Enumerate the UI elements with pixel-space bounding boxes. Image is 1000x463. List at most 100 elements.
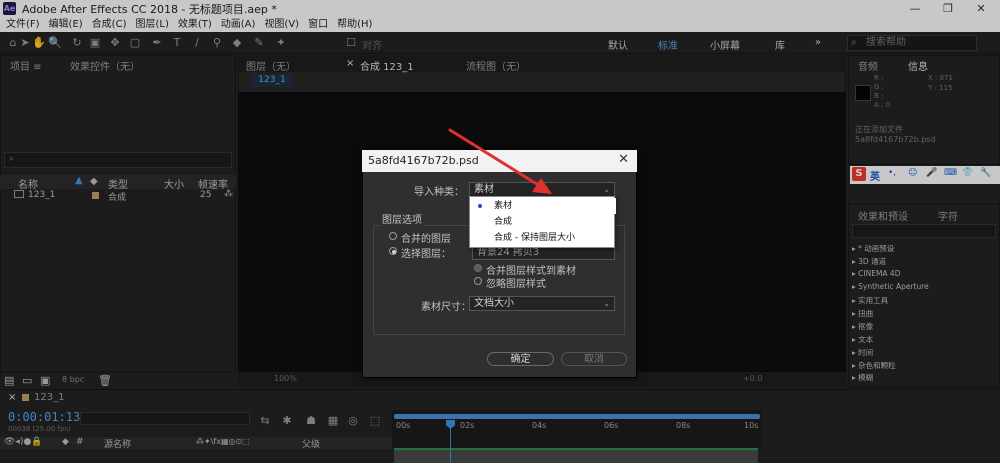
pen-tool-icon[interactable]: ✒ [150, 36, 164, 50]
restore-button[interactable]: ❐ [933, 0, 963, 17]
list-item[interactable]: ▸ 实用工具 [852, 295, 888, 306]
effects-search-input[interactable] [852, 224, 996, 238]
current-timecode[interactable]: 0:00:01:13 [8, 410, 80, 424]
merge-styles-radio[interactable] [474, 264, 482, 272]
microphone-icon[interactable]: 🎤 [926, 168, 937, 178]
workspace-standard[interactable]: 标准 [658, 37, 678, 52]
interpret-footage-icon[interactable]: ▤ [4, 374, 14, 387]
roto-brush-tool-icon[interactable]: ✎ [252, 36, 266, 50]
list-item[interactable]: ▸ 抠像 [852, 321, 873, 332]
list-item[interactable]: ▸ 文本 [852, 334, 873, 345]
work-area-bar[interactable] [394, 414, 760, 419]
type-tool-icon[interactable]: T [170, 36, 184, 50]
skin-icon[interactable]: 👕 [962, 168, 973, 178]
menu-window[interactable]: 窗口 [302, 17, 331, 32]
tab-flowchart[interactable]: 流程图（无） [466, 58, 526, 73]
puppet-tool-icon[interactable]: ✦ [274, 36, 288, 50]
column-source-name[interactable]: 源名称 [104, 437, 131, 450]
hand-tool-icon[interactable]: ✋ [32, 36, 46, 50]
keyboard-icon[interactable]: ⌨ [944, 168, 957, 178]
list-item[interactable]: ▸ Synthetic Aperture [852, 282, 929, 291]
delete-icon[interactable]: 🗑 [98, 374, 112, 387]
rotate-tool-icon[interactable]: ↻ [70, 36, 84, 50]
workspace-menu-icon[interactable]: » [815, 37, 821, 48]
menu-effect[interactable]: 效果(T) [172, 17, 215, 32]
comp-mini-flowchart-icon[interactable]: ⇆ [258, 414, 272, 428]
new-folder-icon[interactable]: ▭ [22, 374, 32, 387]
new-comp-icon[interactable]: ▣ [40, 374, 50, 387]
tab-layer[interactable]: 图层（无） [246, 58, 296, 73]
merged-layers-radio[interactable] [389, 232, 397, 240]
list-item[interactable]: ▸ 杂色和颗粒 [852, 360, 896, 371]
ok-button[interactable]: 确定 [487, 352, 554, 366]
close-icon[interactable]: ✕ [618, 152, 629, 167]
tab-info[interactable]: 信息 [908, 58, 928, 73]
menu-help[interactable]: 帮助(H) [331, 17, 375, 32]
project-search-input[interactable]: ⌕ [4, 152, 232, 168]
list-item[interactable]: ▸ * 动画预设 [852, 243, 894, 254]
footage-size-dropdown[interactable]: 文档大小 ⌄ [469, 296, 615, 311]
snapping-checkbox-icon[interactable]: ☐ [344, 36, 358, 50]
layer-track[interactable] [394, 450, 758, 463]
brush-tool-icon[interactable]: / [190, 36, 204, 50]
choose-layer-radio[interactable] [389, 247, 397, 255]
draft-3d-icon[interactable]: ✱ [280, 414, 294, 428]
zoom-tool-icon[interactable]: 🔍 [48, 36, 62, 50]
emoji-icon[interactable]: ☺ [908, 168, 917, 178]
timeline-search-input[interactable] [80, 412, 250, 425]
close-window-button[interactable]: ✕ [966, 0, 996, 17]
list-item[interactable]: ▸ 模糊 [852, 372, 873, 383]
option-composition-retain-layer-sizes[interactable]: 合成 - 保持图层大小 [470, 230, 616, 246]
ime-language-toggle[interactable]: 英 [870, 168, 880, 183]
tab-composition[interactable]: 合成 123_1 [360, 58, 414, 73]
tab-project[interactable]: 项目 ≡ [10, 58, 42, 73]
menu-edit[interactable]: 编辑(E) [43, 17, 86, 32]
workspace-libraries[interactable]: 库 [775, 37, 785, 52]
mask-tool-icon[interactable]: ▢ [128, 36, 142, 50]
zoom-level[interactable]: 100% [274, 374, 297, 383]
clone-stamp-tool-icon[interactable]: ⚲ [210, 36, 224, 50]
sort-arrow-icon[interactable]: ▲ [75, 175, 83, 186]
tab-character[interactable]: 字符 [938, 208, 958, 223]
pan-behind-tool-icon[interactable]: ✥ [108, 36, 122, 50]
workspace-small-screen[interactable]: 小屏幕 [710, 37, 740, 52]
menu-file[interactable]: 文件(F) [0, 17, 43, 32]
frame-blending-icon[interactable]: ▦ [326, 414, 340, 428]
menu-animation[interactable]: 动画(A) [215, 17, 259, 32]
eraser-tool-icon[interactable]: ◆ [230, 36, 244, 50]
tools-icon[interactable]: 🔧 [980, 168, 991, 178]
color-swatch [855, 85, 871, 101]
table-row[interactable]: 123_1 合成 25 ⁂ [0, 189, 236, 203]
shy-icon[interactable]: ☗ [304, 414, 318, 428]
tab-effect-controls[interactable]: 效果控件（无） [70, 58, 140, 73]
column-parent[interactable]: 父级 [302, 437, 320, 450]
cancel-button[interactable]: 取消 [561, 352, 627, 366]
comp-breadcrumb[interactable]: 123_1 [252, 74, 292, 87]
list-item[interactable]: ▸ 时间 [852, 347, 873, 358]
search-help-input[interactable]: ⌕ 搜索帮助 [847, 35, 977, 51]
motion-blur-icon[interactable]: ◎ [346, 414, 360, 428]
close-tab-icon[interactable]: × [346, 58, 354, 69]
minimize-button[interactable]: — [900, 0, 930, 17]
exposure-readout[interactable]: +0.0 [743, 374, 762, 383]
list-item[interactable]: ▸ 3D 通道 [852, 256, 886, 267]
option-composition[interactable]: 合成 [470, 214, 616, 230]
flowchart-icon[interactable]: ⁂ [224, 189, 233, 199]
option-footage[interactable]: 素材 [470, 198, 616, 214]
camera-tool-icon[interactable]: ▣ [88, 36, 102, 50]
menu-layer[interactable]: 图层(L) [129, 17, 171, 32]
selection-tool-icon[interactable]: ➤ [18, 36, 32, 50]
close-tab-icon[interactable]: × [8, 392, 16, 403]
menu-composition[interactable]: 合成(C) [86, 17, 130, 32]
tab-timeline-comp[interactable]: 123_1 [34, 392, 64, 403]
list-item[interactable]: ▸ CINEMA 4D [852, 269, 900, 278]
tab-audio[interactable]: 音频 [858, 58, 878, 73]
graph-editor-icon[interactable]: ⬚ [368, 414, 382, 428]
tab-effects-presets[interactable]: 效果和预设 [858, 208, 908, 223]
list-item[interactable]: ▸ 扭曲 [852, 308, 873, 319]
workspace-default[interactable]: 默认 [608, 37, 628, 52]
punctuation-icon[interactable]: •, [888, 168, 896, 178]
ignore-styles-radio[interactable] [474, 277, 482, 285]
menu-view[interactable]: 视图(V) [258, 17, 302, 32]
bpc-label[interactable]: 8 bpc [62, 375, 84, 384]
